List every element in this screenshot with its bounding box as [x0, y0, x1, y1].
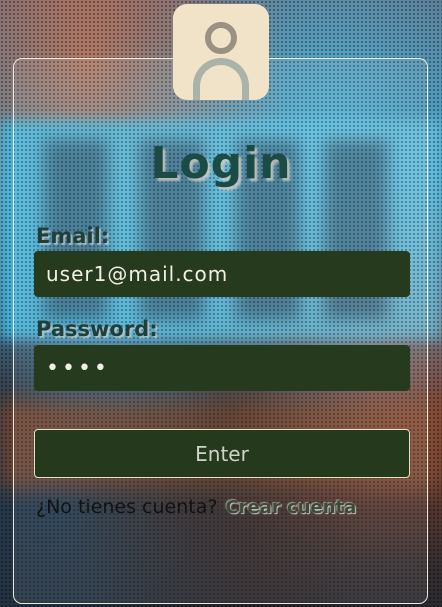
password-label: Password:	[36, 317, 158, 341]
email-label: Email:	[36, 224, 110, 248]
enter-button[interactable]: Enter	[34, 429, 410, 478]
password-field[interactable]: ••••	[34, 345, 410, 391]
signup-prompt: ¿No tienes cuenta?	[36, 496, 218, 518]
user-avatar-icon	[173, 4, 269, 100]
avatar-head	[205, 22, 237, 54]
page-title: Login	[150, 138, 292, 189]
signup-row: ¿No tienes cuenta? Crear cuenta	[36, 492, 416, 522]
email-field[interactable]: user1@mail.com	[34, 251, 410, 297]
avatar-body	[193, 58, 249, 100]
create-account-link[interactable]: Crear cuenta	[225, 497, 356, 518]
